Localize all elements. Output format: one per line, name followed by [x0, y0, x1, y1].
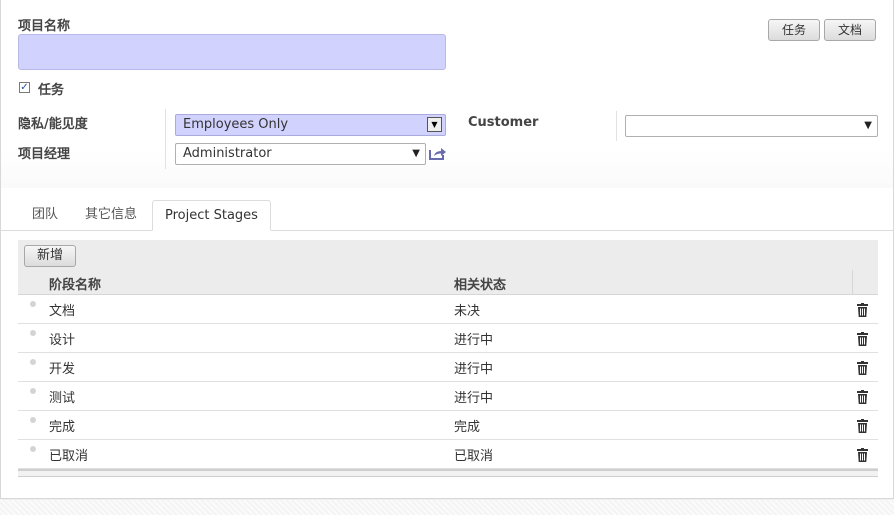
stage-state-cell: 进行中 — [454, 362, 494, 377]
stage-name-cell: 已取消 — [49, 449, 89, 464]
privacy-select-value: Employees Only — [183, 117, 289, 132]
trash-icon[interactable] — [857, 448, 868, 462]
trash-icon[interactable] — [857, 419, 868, 433]
drag-handle-icon[interactable] — [30, 446, 36, 452]
column-header-stage-name[interactable]: 阶段名称 — [49, 274, 101, 293]
form-sheet: 项目名称 ✓ 任务 任务 文档 隐私/能见度 项目经理 Employees On… — [0, 0, 894, 499]
privacy-label: 隐私/能见度 — [18, 117, 88, 132]
list-header: 阶段名称 相关状态 — [18, 270, 878, 295]
chevron-down-icon: ▼ — [412, 148, 420, 159]
documents-button[interactable]: 文档 — [824, 19, 876, 41]
manager-select-value: Administrator — [183, 146, 272, 161]
page-background — [0, 500, 894, 515]
stage-state-cell: 进行中 — [454, 391, 494, 406]
stage-state-cell: 已取消 — [454, 449, 494, 464]
column-divider — [852, 270, 853, 294]
stages-list: 新增 阶段名称 相关状态 文档 未决 设计 进行中 开发 进行中 测试 进行中 … — [18, 240, 878, 478]
drag-handle-icon[interactable] — [30, 330, 36, 336]
privacy-select[interactable]: Employees Only ▼ — [175, 114, 446, 136]
form-header: 项目名称 ✓ 任务 任务 文档 隐私/能见度 项目经理 Employees On… — [1, 0, 893, 188]
table-row[interactable]: 测试 进行中 — [18, 382, 878, 411]
trash-icon[interactable] — [857, 361, 868, 375]
tab-team[interactable]: 团队 — [32, 200, 58, 231]
manager-select[interactable]: Administrator ▼ — [175, 143, 426, 165]
drag-handle-icon[interactable] — [30, 301, 36, 307]
table-row[interactable]: 已取消 已取消 — [18, 440, 878, 469]
stage-name-cell: 完成 — [49, 420, 76, 435]
stage-name-cell: 设计 — [49, 333, 76, 348]
trash-icon[interactable] — [857, 390, 868, 404]
table-row[interactable]: 开发 进行中 — [18, 353, 878, 382]
drag-handle-icon[interactable] — [30, 359, 36, 365]
stage-name-cell: 测试 — [49, 391, 76, 406]
manager-label: 项目经理 — [18, 147, 71, 162]
tab-project-stages[interactable]: Project Stages — [152, 200, 271, 231]
drag-handle-icon[interactable] — [30, 417, 36, 423]
list-footer — [18, 469, 878, 477]
field-separator — [165, 109, 166, 169]
chevron-down-icon: ▼ — [427, 117, 442, 132]
add-stage-button[interactable]: 新增 — [24, 245, 76, 267]
tasks-checkbox[interactable]: ✓ — [19, 82, 30, 93]
stage-state-cell: 未决 — [454, 304, 481, 319]
stage-state-cell: 完成 — [454, 420, 481, 435]
table-row[interactable]: 完成 完成 — [18, 411, 878, 440]
table-row[interactable]: 设计 进行中 — [18, 324, 878, 353]
tasks-checkbox-label: 任务 — [38, 83, 65, 98]
customer-label: Customer — [468, 115, 539, 130]
trash-icon[interactable] — [857, 332, 868, 346]
stage-state-cell: 进行中 — [454, 333, 494, 348]
chevron-down-icon: ▼ — [864, 120, 872, 131]
tasks-button[interactable]: 任务 — [768, 19, 820, 41]
trash-icon[interactable] — [857, 303, 868, 317]
column-header-state[interactable]: 相关状态 — [454, 274, 506, 293]
stage-name-cell: 文档 — [49, 304, 76, 319]
drag-handle-icon[interactable] — [30, 388, 36, 394]
tab-other-info[interactable]: 其它信息 — [85, 200, 137, 231]
open-record-icon[interactable] — [429, 146, 447, 160]
list-toolbar: 新增 — [18, 240, 878, 270]
project-name-input[interactable] — [18, 34, 446, 70]
project-name-label: 项目名称 — [18, 19, 71, 34]
stage-name-cell: 开发 — [49, 362, 76, 377]
field-separator — [616, 111, 617, 141]
table-row[interactable]: 文档 未决 — [18, 295, 878, 324]
customer-select[interactable]: ▼ — [625, 115, 878, 137]
